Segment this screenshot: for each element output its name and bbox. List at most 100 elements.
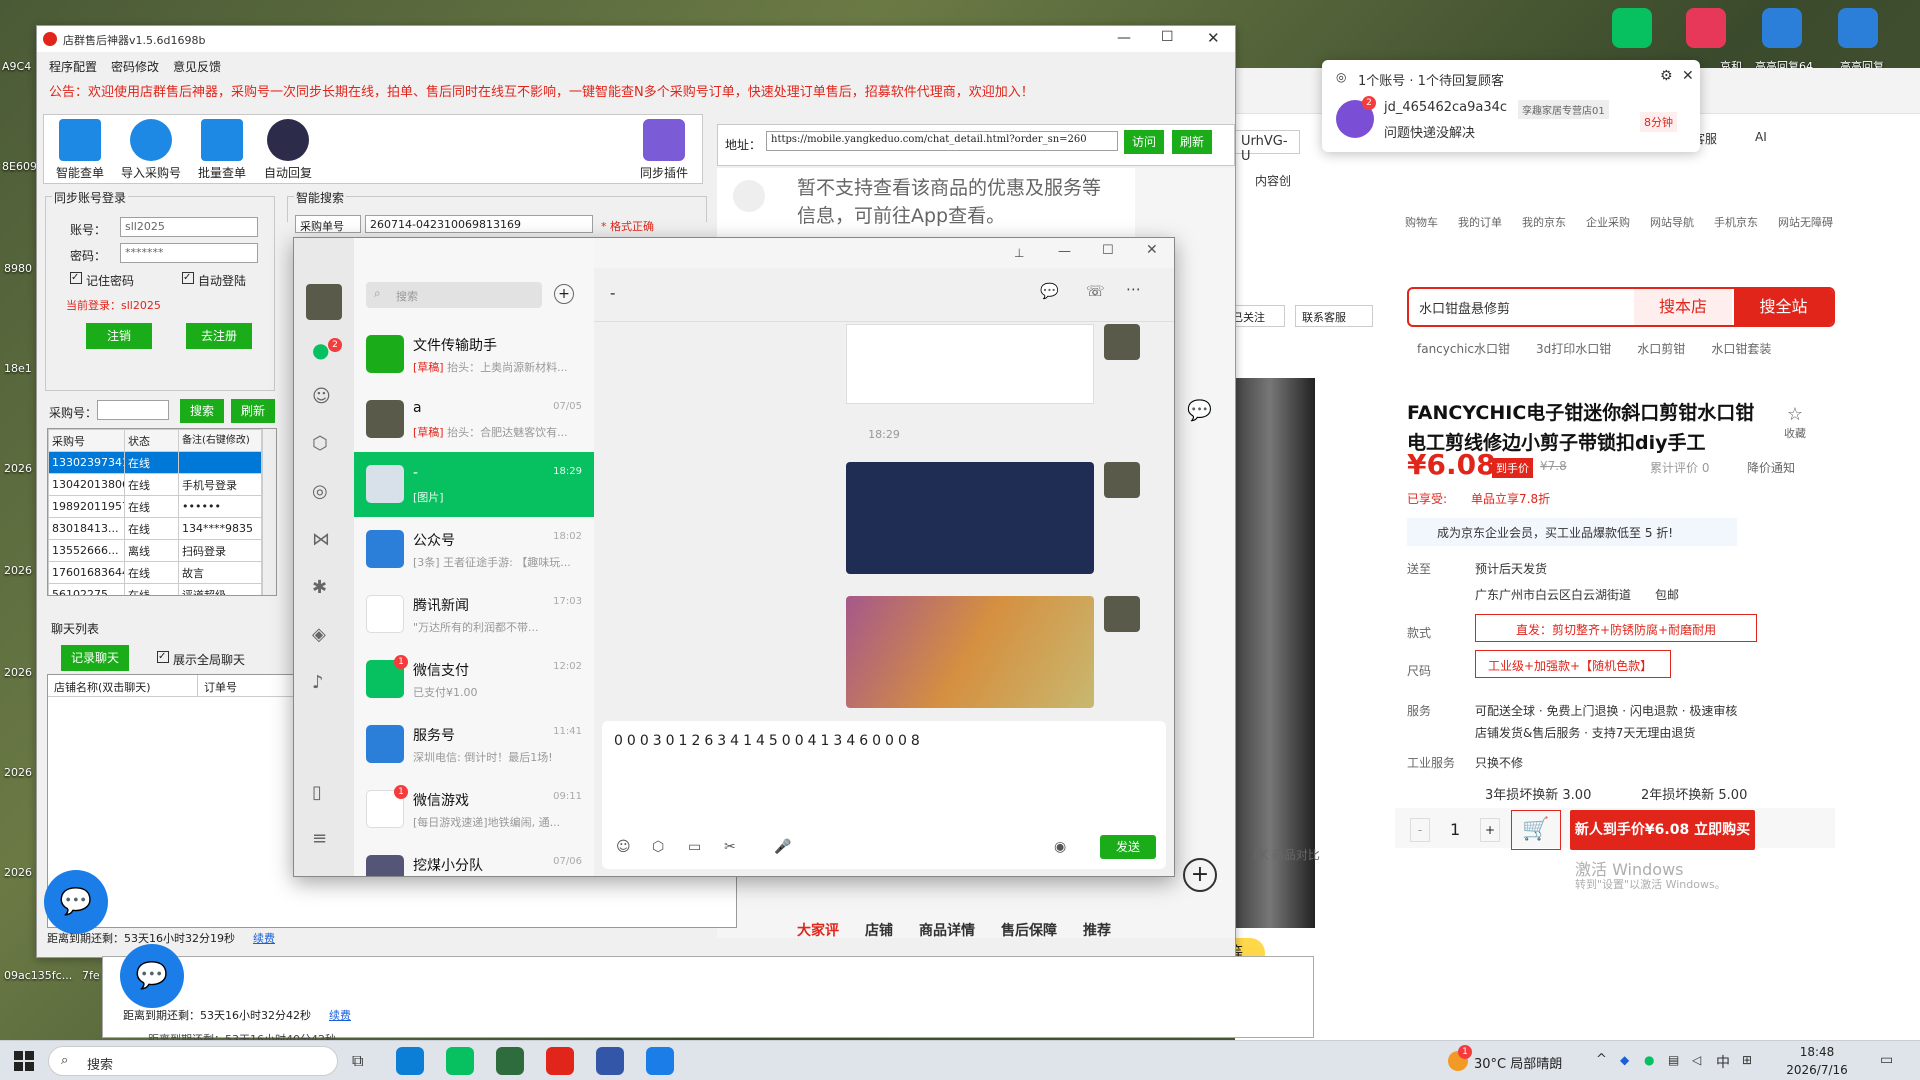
list-item[interactable]: 服务号 深圳电信: 倒计时！最后1场! 11:41 <box>354 712 594 777</box>
taskbar-search[interactable]: ⌕ 搜索 <box>48 1046 338 1076</box>
hot-search-item[interactable]: fancychic水口钳 <box>1417 340 1510 357</box>
send-button[interactable]: 发送 <box>1100 835 1156 859</box>
qty-decrease[interactable]: - <box>1410 818 1430 842</box>
wechat-desktop-icon[interactable] <box>1612 8 1652 48</box>
tab-aftersale[interactable]: 售后保障 <box>1001 920 1057 940</box>
password-input[interactable]: ******* <box>120 243 258 263</box>
maximize-button[interactable]: ☐ <box>1161 29 1174 45</box>
visit-button[interactable]: 访问 <box>1124 130 1164 154</box>
close-icon[interactable]: ✕ <box>1682 68 1694 84</box>
list-item[interactable]: 1 微信支付 已支付¥1.00 12:02 <box>354 647 594 712</box>
search-all-button[interactable]: 搜全站 <box>1734 289 1833 325</box>
video-desktop-icon[interactable] <box>1686 8 1726 48</box>
edge-icon[interactable] <box>396 1047 424 1075</box>
chat-icon[interactable]: ● <box>312 338 329 362</box>
image-message[interactable] <box>846 324 1094 404</box>
browser-tab[interactable]: 内容创 <box>1255 172 1291 189</box>
avatar[interactable] <box>306 284 342 320</box>
clock-time[interactable]: 18:48 <box>1780 1045 1854 1059</box>
size-option[interactable]: 工业级+加强款+【随机色款】 <box>1475 650 1671 678</box>
menu-password[interactable]: 密码修改 <box>111 58 159 75</box>
ai-link[interactable]: AI <box>1755 130 1767 144</box>
buy-now-button[interactable]: 新人到手价¥6.08 立即购买 <box>1570 810 1755 850</box>
qty-value[interactable]: 1 <box>1450 820 1460 839</box>
chevron-up-icon[interactable]: ^ <box>1596 1052 1607 1067</box>
image-message[interactable] <box>846 596 1094 708</box>
windows-start-icon[interactable] <box>14 1051 34 1071</box>
scrollbar[interactable] <box>262 429 276 595</box>
miniprogram-icon[interactable]: ◈ <box>312 624 326 645</box>
emoji-icon[interactable]: ☺ <box>616 839 631 855</box>
sync-plugin-button[interactable]: 同步插件 <box>631 119 697 181</box>
ime-mode-icon[interactable]: ⊞ <box>1742 1053 1752 1067</box>
review-count[interactable]: 累计评价 0 <box>1650 459 1709 476</box>
phone-icon[interactable]: ▯ <box>312 782 322 803</box>
security-icon[interactable]: ◆ <box>1620 1053 1629 1067</box>
close-button[interactable]: ✕ <box>1207 29 1220 47</box>
tab-recommend[interactable]: 推荐 <box>1083 920 1111 940</box>
minimize-button[interactable]: — <box>1058 244 1071 259</box>
channels-icon[interactable]: ⋈ <box>312 529 330 550</box>
nav-mobile[interactable]: 手机京东 <box>1714 214 1758 230</box>
list-item[interactable]: a [草稿] 抬头：合肥达魅客饮有... 07/05 <box>354 387 594 452</box>
chat-bubble-icon[interactable]: 💬 <box>1040 282 1059 300</box>
buyer-refresh-button[interactable]: 刷新 <box>231 399 275 423</box>
collect-button[interactable]: ☆ 收藏 <box>1775 404 1815 441</box>
music-icon[interactable]: ♪ <box>312 672 324 693</box>
menu-feedback[interactable]: 意见反馈 <box>173 58 221 75</box>
close-button[interactable]: ✕ <box>1146 242 1158 258</box>
message-input[interactable]: 000301263414500413460008 <box>614 733 924 749</box>
task-view-icon[interactable]: ⧉ <box>352 1051 363 1071</box>
list-item[interactable]: 文件传输助手 [草稿] 抬头：上奥尚源新材料... <box>354 322 594 387</box>
table-row[interactable]: 13042013806 在线 手机号登录 <box>48 473 262 496</box>
hot-search-item[interactable]: 水口钳套装 <box>1711 340 1771 357</box>
favorites-icon[interactable]: ⬡ <box>652 839 664 855</box>
account-input[interactable]: sll2025 <box>120 217 258 237</box>
app-desktop-icon[interactable] <box>1762 8 1802 48</box>
hot-search-item[interactable]: 3d打印水口钳 <box>1536 340 1611 357</box>
plus-icon[interactable]: + <box>1183 858 1217 892</box>
nav-orders[interactable]: 我的订单 <box>1458 214 1502 230</box>
minimize-button[interactable]: — <box>1117 30 1131 46</box>
hot-search-item[interactable]: 水口剪钳 <box>1637 340 1685 357</box>
contacts-icon[interactable]: ☺ <box>312 386 331 407</box>
price-notice-link[interactable]: 降价通知 <box>1747 459 1795 476</box>
chat-bubble-icon[interactable]: 💬 <box>44 870 108 934</box>
show-all-checkbox[interactable]: ✓ 展示全局聊天 <box>157 651 245 668</box>
table-row[interactable]: 19892011957 在线 •••••• <box>48 495 262 518</box>
refresh-button[interactable]: 刷新 <box>1172 130 1212 154</box>
buyer-search-input[interactable] <box>97 400 169 420</box>
record-chat-button[interactable]: 记录聊天 <box>61 645 129 671</box>
wechat-tray-icon[interactable]: ● <box>1644 1053 1654 1067</box>
search-store-button[interactable]: 搜本店 <box>1634 289 1732 325</box>
chat-app-icon[interactable] <box>646 1047 674 1075</box>
enterprise-banner[interactable]: 成为京东企业会员，买工业品爆款低至 5 折! <box>1407 518 1737 546</box>
pin-icon[interactable]: ⊥ <box>1014 246 1024 260</box>
contact-service-button[interactable]: 联系客服 <box>1295 305 1373 327</box>
wechat-icon[interactable] <box>446 1047 474 1075</box>
list-item[interactable]: 腾讯新闻 "万达所有的利润都不带... 17:03 <box>354 582 594 647</box>
url-input[interactable]: https://mobile.yangkeduo.com/chat_detail… <box>766 131 1118 151</box>
nav-myjd[interactable]: 我的京东 <box>1522 214 1566 230</box>
search-input[interactable]: 搜索 <box>366 282 542 308</box>
table-row[interactable]: 83018413... 在线 134****9835 <box>48 517 262 540</box>
list-item[interactable]: 公众号 [3条] 王者征途手游: 【趣味玩... 18:02 <box>354 517 594 582</box>
weather-text[interactable]: 30°C 局部晴朗 <box>1474 1053 1562 1072</box>
volume-icon[interactable]: ◁ <box>1692 1053 1701 1067</box>
list-item[interactable]: 1 微信游戏 [每日游戏速递]地铁编闹, 通... 09:11 <box>354 777 594 842</box>
app-icon[interactable] <box>596 1047 624 1075</box>
clock-date[interactable]: 2026/7/16 <box>1780 1063 1854 1077</box>
discount-text[interactable]: 单品立享7.8折 <box>1471 490 1550 507</box>
logout-button[interactable]: 注销 <box>86 323 152 349</box>
list-item-selected[interactable]: - [图片] 18:29 <box>354 452 594 517</box>
network-icon[interactable]: ▤ <box>1668 1053 1679 1067</box>
col-header[interactable]: 采购号 <box>48 429 125 452</box>
renew-link[interactable]: 续费 <box>253 930 275 946</box>
buyer-search-button[interactable]: 搜索 <box>180 399 224 423</box>
moments-icon[interactable]: ◎ <box>312 481 328 502</box>
tab-detail[interactable]: 商品详情 <box>919 920 975 940</box>
qty-increase[interactable]: + <box>1480 818 1500 842</box>
folder-icon[interactable]: ▭ <box>688 839 701 855</box>
app-icon[interactable] <box>496 1047 524 1075</box>
style-option[interactable]: 直发：剪切整齐+防锈防腐+耐磨耐用 <box>1475 614 1757 642</box>
